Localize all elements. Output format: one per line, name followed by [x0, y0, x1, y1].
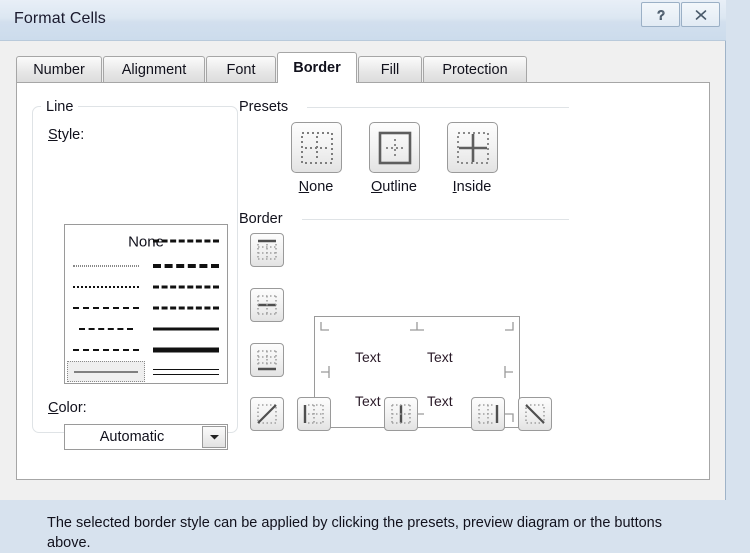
- tab-fill[interactable]: Fill: [358, 56, 422, 83]
- preset-none-label: None: [281, 179, 351, 195]
- border-diagonal-up-button[interactable]: [250, 397, 284, 431]
- preset-outline-rest: utline: [382, 179, 417, 195]
- preset-inside-rest: nside: [456, 179, 492, 195]
- preset-outline-button[interactable]: [369, 122, 420, 173]
- tab-number[interactable]: Number: [16, 56, 102, 83]
- line-preview: [153, 306, 219, 310]
- line-preview: [79, 328, 133, 330]
- preset-inside-label: Inside: [437, 179, 507, 195]
- tab-border[interactable]: Border: [277, 52, 357, 83]
- border-right-button[interactable]: [471, 397, 505, 431]
- border-divider: [302, 219, 569, 220]
- style-option-none[interactable]: [67, 228, 145, 254]
- border-bottom-button[interactable]: [250, 343, 284, 377]
- style-option-dashed-wide[interactable]: [67, 298, 145, 318]
- style-option-double-line[interactable]: [147, 361, 225, 382]
- border-inside-icon: [456, 131, 489, 164]
- presets-divider: [307, 107, 569, 108]
- preset-none-button[interactable]: [291, 122, 342, 173]
- border-diagonal-down-icon: [525, 404, 545, 424]
- style-option-dashed-fine[interactable]: [67, 340, 145, 360]
- line-color-dropdown-arrow[interactable]: [202, 426, 226, 448]
- border-tab-panel: Line Style: None Color: Automatic Preset…: [16, 82, 710, 551]
- line-preview: [153, 327, 219, 331]
- color-label-rest: olor:: [58, 400, 87, 416]
- style-label-rest: tyle:: [57, 127, 85, 143]
- preset-none-accel: N: [298, 179, 310, 195]
- border-diagonal-up-icon: [257, 404, 277, 424]
- style-label: Style:: [48, 127, 84, 143]
- line-preview: [73, 286, 139, 288]
- line-group-title: Line: [41, 99, 79, 115]
- tab-strip: Number Alignment Font Border Fill Protec…: [16, 52, 710, 83]
- line-color-value: Automatic: [99, 429, 165, 445]
- preset-none-rest: one: [309, 179, 334, 195]
- help-note-text: The selected border style can be applied…: [47, 515, 662, 551]
- style-option-thin-solid[interactable]: [67, 361, 145, 382]
- tab-protection[interactable]: Protection: [423, 56, 527, 83]
- question-mark-icon: ?: [656, 7, 664, 23]
- border-top-button[interactable]: [250, 233, 284, 267]
- border-left-button[interactable]: [297, 397, 331, 431]
- line-preview: [153, 347, 219, 353]
- style-option-medium-dashed[interactable]: [147, 298, 225, 318]
- line-color-dropdown[interactable]: Automatic: [64, 424, 228, 450]
- preview-text-top-left: Text: [355, 349, 381, 365]
- tab-alignment[interactable]: Alignment: [103, 56, 205, 83]
- border-right-icon: [478, 404, 499, 424]
- border-bottom-icon: [257, 350, 277, 371]
- line-preview: [153, 239, 219, 243]
- color-label: Color:: [48, 400, 87, 416]
- border-outline-icon: [378, 131, 411, 164]
- preset-outline-accel: O: [371, 179, 383, 195]
- border-inside-horizontal-icon: [257, 295, 277, 315]
- style-option-medium-dash-dot[interactable]: [147, 277, 225, 297]
- preset-outline-label: Outline: [359, 179, 429, 195]
- border-inside-horizontal-button[interactable]: [250, 288, 284, 322]
- preset-inside-button[interactable]: [447, 122, 498, 173]
- close-button[interactable]: [681, 2, 720, 27]
- line-preview: [153, 264, 219, 268]
- line-preview: [73, 265, 139, 267]
- border-top-icon: [257, 239, 277, 260]
- dialog-title: Format Cells: [14, 10, 106, 27]
- line-preview: [74, 371, 138, 372]
- format-cells-dialog: Format Cells ? Number Alignment Font Bor…: [0, 0, 726, 551]
- preview-text-bottom-left: Text: [355, 393, 381, 409]
- border-none-icon: [300, 131, 333, 164]
- preview-text-top-right: Text: [427, 349, 453, 365]
- chevron-down-icon: [209, 435, 219, 440]
- border-inside-vertical-icon: [391, 404, 411, 424]
- style-option-fine-dotted[interactable]: [67, 256, 145, 276]
- style-option-dash-dot-thick[interactable]: [147, 228, 225, 254]
- style-option-dotted[interactable]: [67, 277, 145, 297]
- border-inside-vertical-button[interactable]: [384, 397, 418, 431]
- color-label-accel: C: [48, 400, 59, 416]
- close-x-icon: [695, 9, 706, 20]
- line-preview: [73, 307, 139, 309]
- style-option-medium-solid[interactable]: [147, 319, 225, 339]
- style-option-thick-solid[interactable]: [147, 340, 225, 360]
- style-label-accel: S: [48, 127, 58, 143]
- style-option-slant-dash-dot[interactable]: [147, 256, 225, 276]
- style-option-dash-dot[interactable]: [67, 319, 145, 339]
- border-diagonal-down-button[interactable]: [518, 397, 552, 431]
- border-left-icon: [303, 404, 324, 424]
- preview-text-bottom-right: Text: [427, 393, 453, 409]
- line-style-list[interactable]: None: [64, 224, 228, 384]
- help-button[interactable]: ?: [641, 2, 680, 27]
- line-preview: [153, 368, 219, 375]
- tab-font[interactable]: Font: [206, 56, 276, 83]
- svg-text:?: ?: [657, 7, 664, 22]
- line-preview: [73, 349, 139, 351]
- line-preview: [153, 285, 219, 289]
- presets-title: Presets: [239, 99, 297, 115]
- title-bar: Format Cells ?: [0, 0, 726, 41]
- border-section-title: Border: [239, 211, 291, 227]
